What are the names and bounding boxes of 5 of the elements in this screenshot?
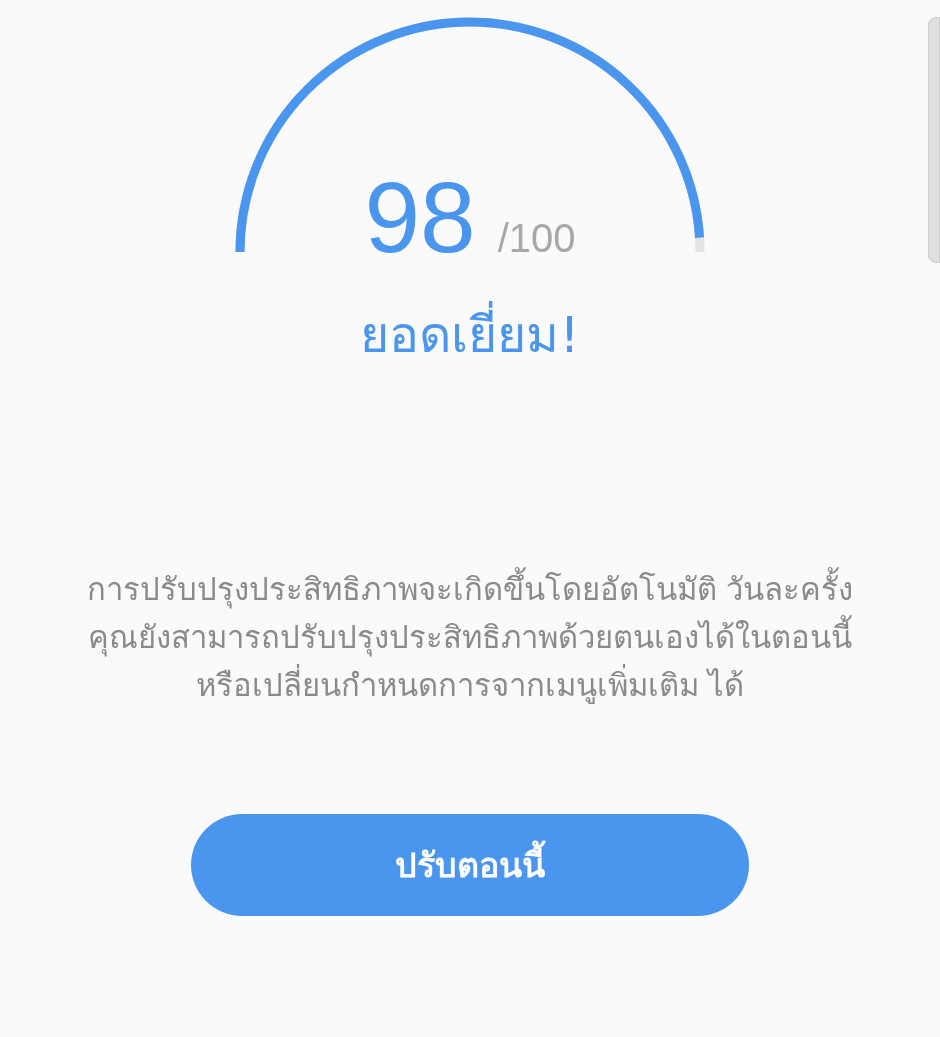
- optimize-now-button[interactable]: ปรับตอนนี้: [191, 814, 749, 917]
- score-max: /100: [497, 215, 576, 262]
- score-value: 98: [364, 167, 476, 267]
- description-text: การปรับปรุงประสิทธิภาพจะเกิดขึ้นโดยอัตโนมัติ วันละครั้ง คุณยังสามารถปรับปรุงประสิทธิภาพด้วยตนเองได้ในตอนนี้ หรือเปลี่ยนกำหนดการจากเมนูเพิ่มเติม ได้: [60, 565, 880, 710]
- scrollbar[interactable]: [928, 17, 940, 263]
